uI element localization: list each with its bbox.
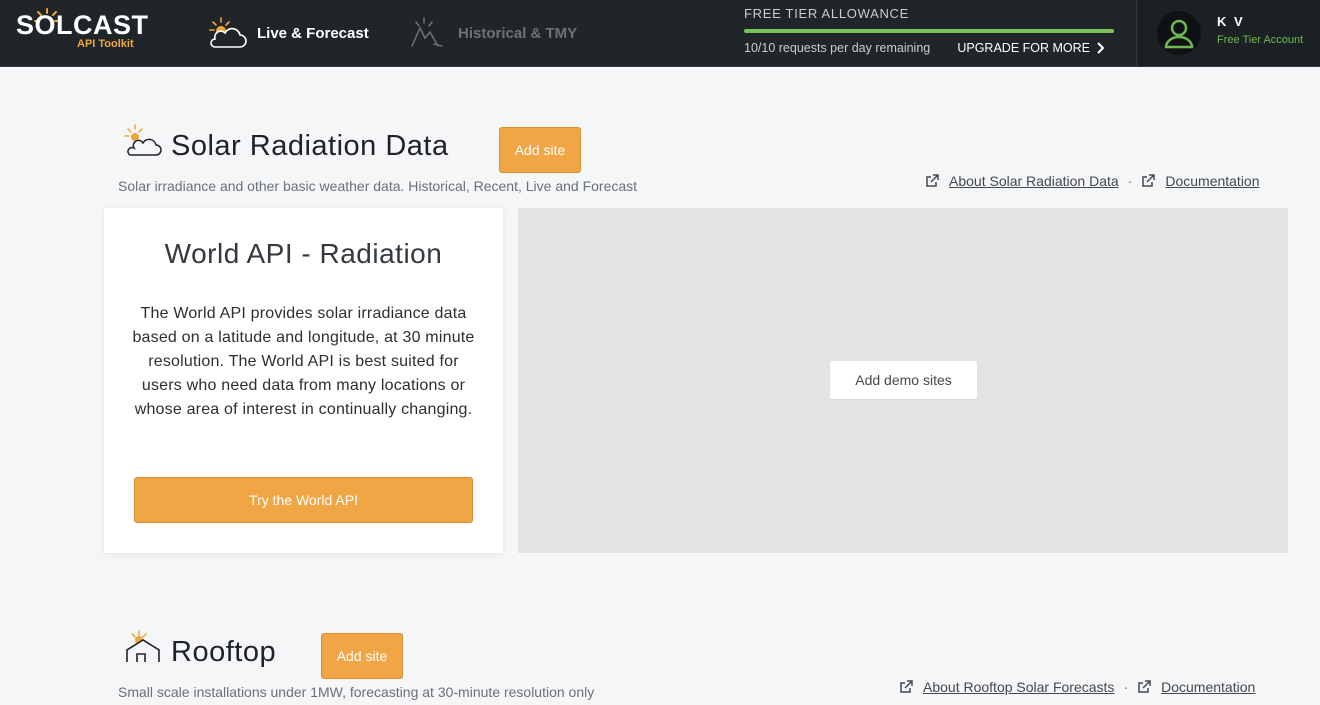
section-links: About Rooftop Solar Forecasts · Document… (899, 679, 1255, 695)
link-separator: · (1127, 173, 1133, 189)
world-api-card: World API - Radiation The World API prov… (104, 208, 503, 553)
about-rooftop-link[interactable]: About Rooftop Solar Forecasts (923, 679, 1114, 695)
external-link-icon (926, 174, 939, 187)
tab-live-forecast-label: Live & Forecast (257, 24, 369, 42)
account-name: K V (1217, 14, 1245, 29)
avatar-icon (1164, 19, 1194, 49)
external-link-icon (900, 680, 913, 693)
add-site-button[interactable]: Add site (321, 633, 403, 679)
upgrade-link[interactable]: UPGRADE FOR MORE (957, 41, 1104, 55)
free-tier-allowance: FREE TIER ALLOWANCE 10/10 requests per d… (744, 6, 1116, 55)
avatar[interactable] (1157, 11, 1201, 55)
external-link-icon (1138, 680, 1151, 693)
logo-subtitle: API Toolkit (77, 38, 134, 50)
tab-historical-tmy-label: Historical & TMY (458, 24, 578, 42)
try-world-api-button[interactable]: Try the World API (134, 477, 473, 523)
card-description: The World API provides solar irradiance … (132, 305, 475, 418)
add-site-button[interactable]: Add site (499, 127, 581, 173)
section-links: About Solar Radiation Data · Documentati… (925, 173, 1260, 189)
section-description: Solar irradiance and other basic weather… (118, 178, 638, 194)
chevron-right-icon (1097, 42, 1104, 54)
sun-cloud-icon (209, 17, 247, 48)
documentation-link[interactable]: Documentation (1165, 173, 1259, 189)
documentation-link[interactable]: Documentation (1161, 679, 1255, 695)
section-title-rooftop: Rooftop (171, 636, 277, 668)
link-separator: · (1123, 679, 1129, 695)
section-title-solar-radiation: Solar Radiation Data (171, 130, 449, 162)
historical-icon (411, 17, 443, 47)
card-title: World API - Radiation (164, 238, 443, 269)
sites-map-panel[interactable]: Add demo sites (518, 208, 1288, 553)
account-tier: Free Tier Account (1217, 34, 1304, 46)
section-description: Small scale installations under 1MW, for… (118, 684, 595, 700)
account-menu[interactable]: K V Free Tier Account (1136, 0, 1320, 66)
sun-cloud-icon (124, 124, 162, 156)
tab-live-forecast[interactable]: Live & Forecast (207, 0, 369, 66)
tab-historical-tmy[interactable]: Historical & TMY (408, 0, 577, 66)
add-demo-sites-button[interactable]: Add demo sites (830, 361, 977, 399)
allowance-title: FREE TIER ALLOWANCE (744, 6, 910, 21)
allowance-progress-bar (744, 29, 1114, 33)
sun-house-icon (126, 630, 160, 662)
allowance-remaining-text: 10/10 requests per day remaining (744, 41, 931, 55)
solcast-logo[interactable]: SOLCAST API Toolkit (16, 8, 149, 54)
external-link-icon (1142, 174, 1156, 187)
logo-text: SOLCAST (16, 10, 149, 40)
upgrade-label: UPGRADE FOR MORE (957, 41, 1090, 55)
about-solar-radiation-link[interactable]: About Solar Radiation Data (949, 173, 1119, 189)
top-navigation-bar: SOLCAST API Toolkit Live & Forecast Hist… (0, 0, 1320, 67)
